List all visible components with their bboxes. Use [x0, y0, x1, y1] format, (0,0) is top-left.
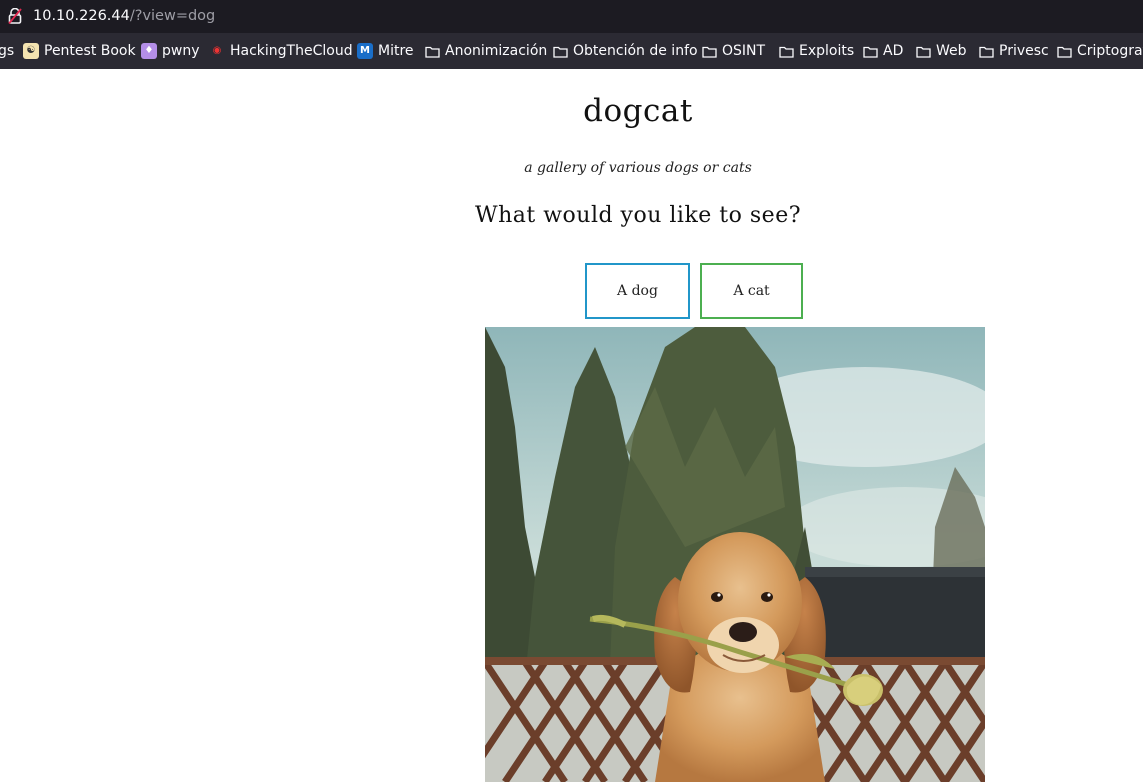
bookmark-label: Mitre [378, 43, 414, 59]
bookmark-folder-obtencion[interactable]: Obtención de info [553, 42, 698, 60]
bookmark-label: Exploits [799, 43, 855, 59]
bookmark-pentest-book[interactable]: ☯ Pentest Book [23, 42, 136, 60]
hackingthecloud-favicon: ◉ [212, 45, 222, 56]
bookmark-hackingthecloud[interactable]: ◉ HackingTheCloud [209, 42, 353, 60]
bookmark-folder-osint[interactable]: OSINT [702, 42, 765, 60]
bookmark-label: gs [0, 43, 15, 59]
folder-icon [863, 46, 878, 58]
url-host: 10.10.226.44 [33, 8, 130, 24]
bookmark-gs[interactable]: gs [0, 42, 14, 60]
page-title: dogcat [583, 93, 693, 129]
dog-button[interactable]: A dog [585, 263, 690, 319]
bookmark-folder-web[interactable]: Web [916, 42, 967, 60]
bookmark-label: Privesc [999, 43, 1049, 59]
bookmark-label: Pentest Book [44, 43, 136, 59]
dog-photo [485, 327, 985, 782]
folder-icon [979, 46, 994, 58]
url-bar[interactable]: 10.10.226.44/?view=dog [0, 0, 1143, 33]
bookmark-label: AD [883, 43, 904, 59]
mitre-favicon: M [357, 43, 373, 59]
bookmark-label: Anonimización [445, 43, 548, 59]
bookmark-label: OSINT [722, 43, 766, 59]
pentest-book-favicon: ☯ [23, 43, 39, 59]
url-path: /?view=dog [129, 8, 216, 24]
bookmark-label: Web [936, 43, 967, 59]
url-text[interactable]: 10.10.226.44/?view=dog [33, 7, 215, 25]
bookmark-mitre[interactable]: M Mitre [357, 42, 414, 60]
folder-icon [553, 46, 568, 58]
bookmark-folder-exploits[interactable]: Exploits [779, 42, 854, 60]
folder-icon [425, 46, 440, 58]
insecure-lock-icon[interactable] [8, 8, 22, 24]
bookmark-pwny[interactable]: ♦ pwny [141, 42, 200, 60]
pwny-favicon: ♦ [141, 43, 157, 59]
page-subtitle: a gallery of various dogs or cats [524, 160, 752, 176]
bookmark-label: Obtención de info [573, 43, 698, 59]
bookmark-label: pwny [162, 43, 200, 59]
folder-icon [779, 46, 794, 58]
bookmark-folder-ad[interactable]: AD [863, 42, 903, 60]
bookmarks-bar: gs ☯ Pentest Book ♦ pwny ◉ HackingTheClo… [0, 33, 1143, 69]
bookmark-folder-criptografia[interactable]: Criptograf [1057, 42, 1143, 60]
bookmark-label: HackingTheCloud [230, 43, 353, 59]
folder-icon [702, 46, 717, 58]
bookmark-label: Criptograf [1077, 43, 1143, 59]
cat-button[interactable]: A cat [700, 263, 803, 319]
bookmark-folder-anonimizacion[interactable]: Anonimización [425, 42, 547, 60]
page-question: What would you like to see? [474, 203, 802, 228]
folder-icon [1057, 46, 1072, 58]
folder-icon [916, 46, 931, 58]
page-content: dogcat a gallery of various dogs or cats… [0, 69, 1143, 782]
bookmark-folder-privesc[interactable]: Privesc [979, 42, 1049, 60]
